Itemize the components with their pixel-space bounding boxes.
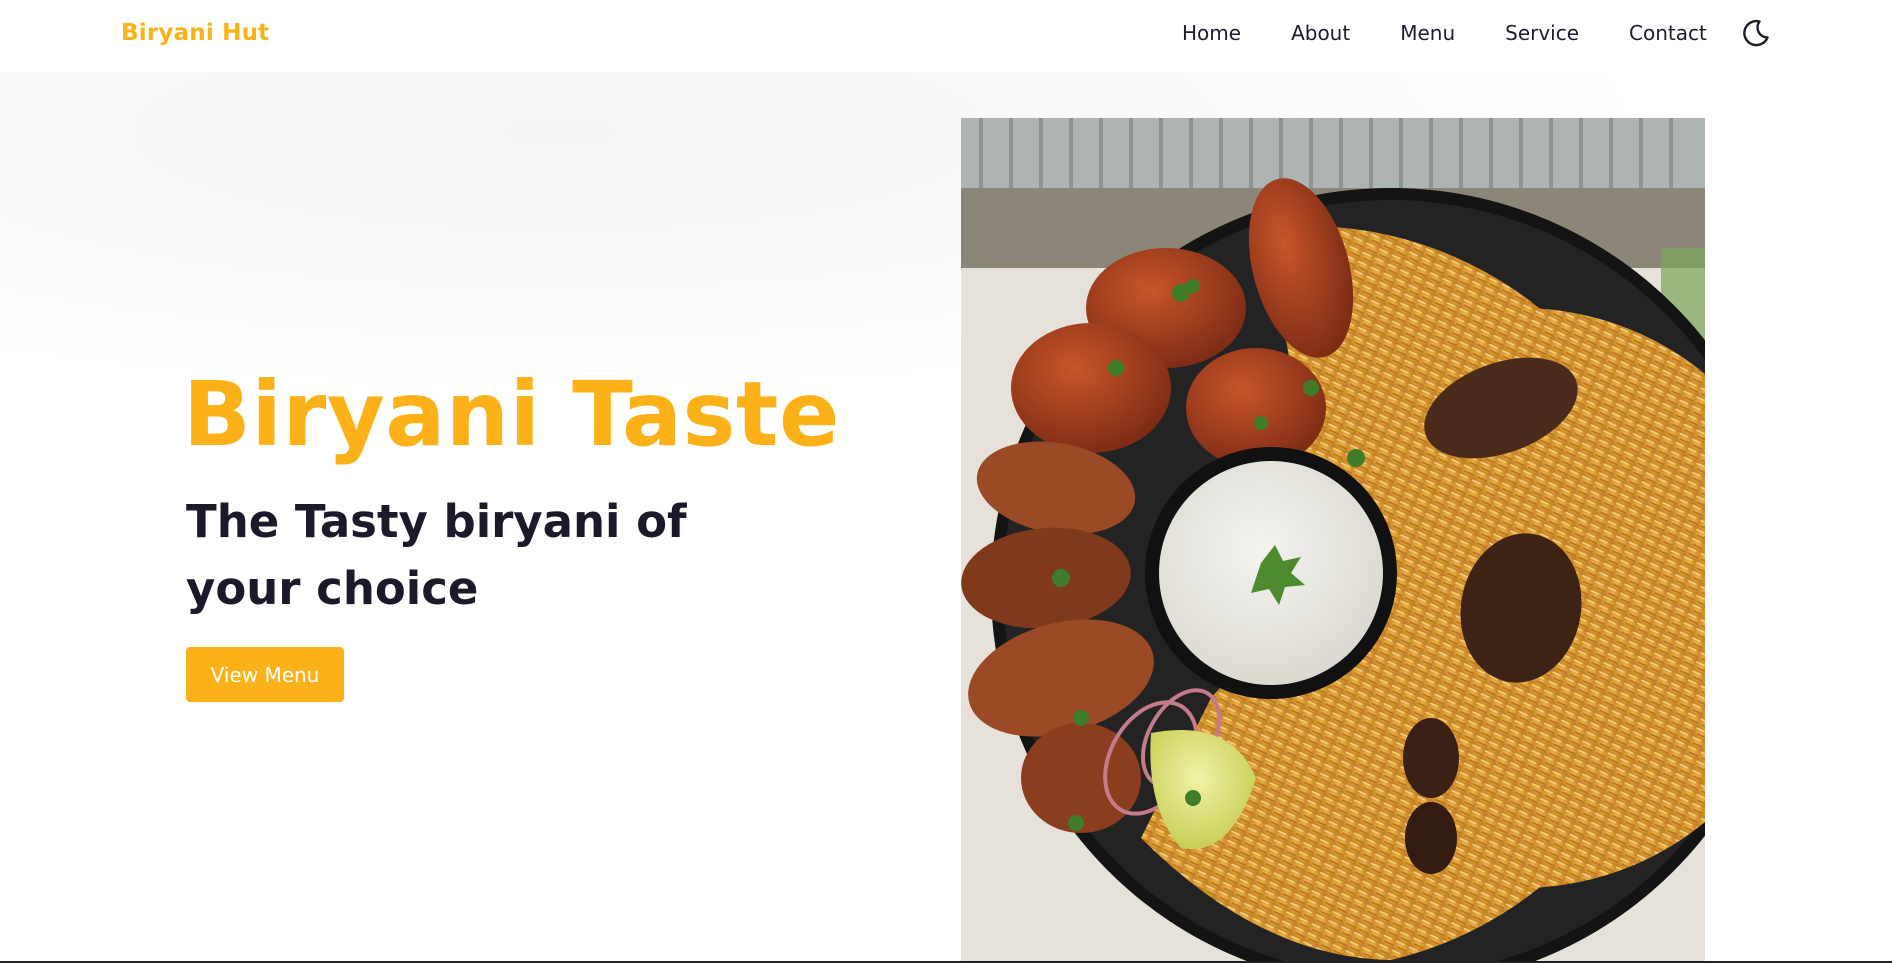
biryani-platter-image <box>961 118 1705 963</box>
nav-link-contact[interactable]: Contact <box>1629 21 1707 45</box>
view-menu-button[interactable]: View Menu <box>186 647 344 702</box>
nav-links: Home About Menu Service Contact <box>1182 21 1757 45</box>
page: Biryani Hut Home About Menu Service Cont… <box>0 0 1892 963</box>
nav-link-service[interactable]: Service <box>1505 21 1579 45</box>
nav-link-about[interactable]: About <box>1291 21 1350 45</box>
brand-logo[interactable]: Biryani Hut <box>121 20 269 46</box>
nav-link-home[interactable]: Home <box>1182 21 1241 45</box>
biryani-platter-illustration <box>961 118 1705 963</box>
hero-subtitle: The Tasty biryani of your choice <box>186 495 687 615</box>
nav-link-menu[interactable]: Menu <box>1400 21 1455 45</box>
hero-title: Biryani Taste <box>183 362 840 466</box>
navbar: Biryani Hut Home About Menu Service Cont… <box>0 0 1892 72</box>
moon-icon-svg <box>1743 19 1769 47</box>
moon-icon[interactable] <box>1740 17 1772 49</box>
